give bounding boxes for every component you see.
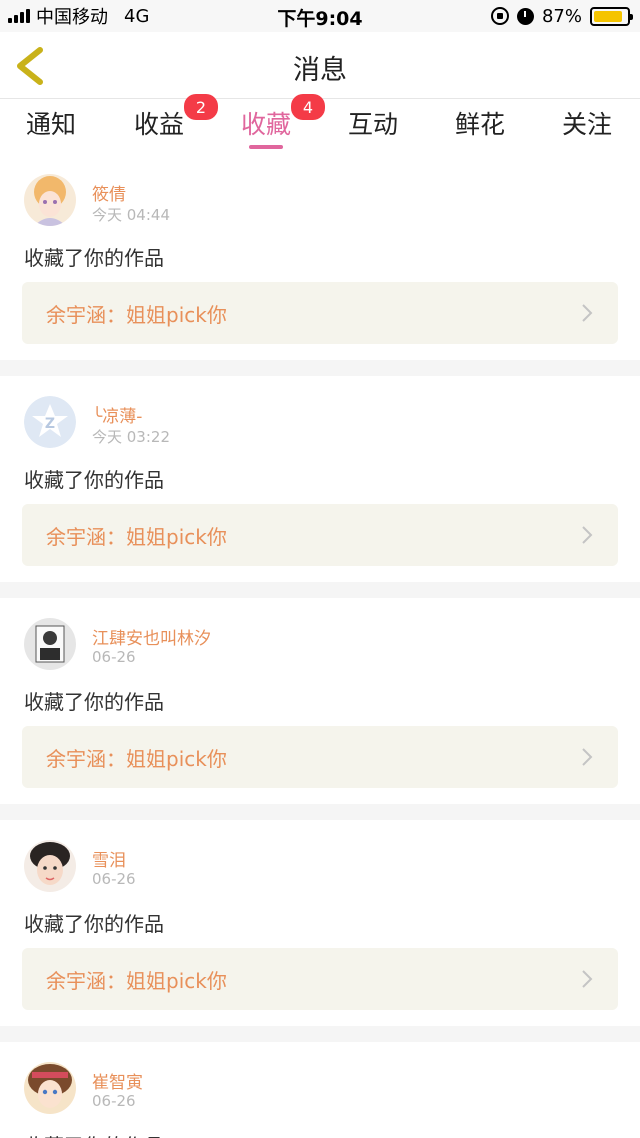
- work-title: 余宇涵：姐姐pick你: [46, 303, 227, 327]
- tab-label: 收益: [134, 110, 185, 139]
- message-text: 收藏了你的作品: [24, 1130, 164, 1138]
- avatar[interactable]: [24, 618, 76, 670]
- tab-earnings[interactable]: 收益 2: [134, 94, 219, 141]
- tab-flowers[interactable]: 鲜花: [455, 105, 505, 141]
- timestamp: 06-26: [92, 870, 136, 888]
- tab-label: 鲜花: [455, 110, 506, 139]
- work-title: 余宇涵：姐姐pick你: [46, 525, 227, 549]
- list-item: Z ╰凉薄- 今天 03:22 收藏了你的作品 余宇涵：姐姐pick你: [0, 376, 640, 582]
- battery-percent: 87%: [541, 5, 582, 27]
- work-link[interactable]: 余宇涵：姐姐pick你: [22, 726, 618, 788]
- chevron-right-icon: [582, 526, 593, 544]
- timestamp: 今天 03:22: [92, 428, 170, 446]
- tab-label: 收藏: [241, 110, 292, 139]
- battery-icon: [590, 6, 633, 26]
- tab-interactions[interactable]: 互动: [348, 105, 398, 141]
- work-link[interactable]: 余宇涵：姐姐pick你: [22, 948, 618, 1010]
- alarm-icon: [516, 7, 534, 25]
- list-item: 江肆安也叫林汐 06-26 收藏了你的作品 余宇涵：姐姐pick你: [0, 598, 640, 804]
- message-text: 收藏了你的作品: [24, 690, 164, 714]
- tab-following[interactable]: 关注: [562, 105, 612, 141]
- list-item: 雪泪 06-26 收藏了你的作品 余宇涵：姐姐pick你: [0, 820, 640, 1026]
- work-title: 余宇涵：姐姐pick你: [46, 969, 227, 993]
- work-title: 余宇涵：姐姐pick你: [46, 747, 227, 771]
- username[interactable]: 筱倩: [92, 180, 126, 205]
- list-item: 筱倩 今天 04:44 收藏了你的作品 余宇涵：姐姐pick你: [0, 154, 640, 360]
- timestamp: 06-26: [92, 1092, 136, 1110]
- tab-bar: 通知 收益 2 收藏 4 互动 鲜花 关注: [0, 94, 640, 154]
- work-link[interactable]: 余宇涵：姐姐pick你: [22, 504, 618, 566]
- status-right: 87%: [490, 0, 633, 32]
- work-link[interactable]: 余宇涵：姐姐pick你: [22, 282, 618, 344]
- avatar[interactable]: [24, 174, 76, 226]
- tab-favorites[interactable]: 收藏 4: [241, 94, 326, 149]
- avatar[interactable]: [24, 840, 76, 892]
- chevron-right-icon: [582, 748, 593, 766]
- list-item: 崔智寅 06-26 收藏了你的作品: [0, 1042, 640, 1138]
- tab-label: 通知: [26, 110, 77, 139]
- rotation-lock-icon: [490, 7, 509, 25]
- unread-badge: 4: [291, 94, 326, 120]
- username[interactable]: 江肆安也叫林汐: [92, 624, 211, 649]
- status-bar: 中国移动 4G 下午9:04 87%: [0, 0, 640, 32]
- tab-label: 互动: [348, 110, 399, 139]
- tab-label: 关注: [562, 110, 613, 139]
- nav-header: 消息: [0, 32, 640, 98]
- chevron-right-icon: [582, 304, 593, 322]
- message-text: 收藏了你的作品: [24, 246, 164, 270]
- chevron-right-icon: [582, 970, 593, 988]
- page-title: 消息: [293, 55, 347, 86]
- timestamp: 今天 04:44: [92, 206, 170, 224]
- avatar[interactable]: Z: [24, 396, 76, 448]
- username[interactable]: 崔智寅: [92, 1068, 143, 1093]
- svg-text:Z: Z: [45, 416, 55, 432]
- timestamp: 06-26: [92, 648, 136, 666]
- active-tab-indicator: [249, 145, 283, 149]
- message-text: 收藏了你的作品: [24, 912, 164, 936]
- username[interactable]: 雪泪: [92, 846, 126, 871]
- avatar[interactable]: [24, 1062, 76, 1114]
- username[interactable]: ╰凉薄-: [92, 402, 142, 427]
- message-text: 收藏了你的作品: [24, 468, 164, 492]
- tab-notifications[interactable]: 通知: [26, 105, 76, 141]
- unread-badge: 2: [184, 94, 219, 120]
